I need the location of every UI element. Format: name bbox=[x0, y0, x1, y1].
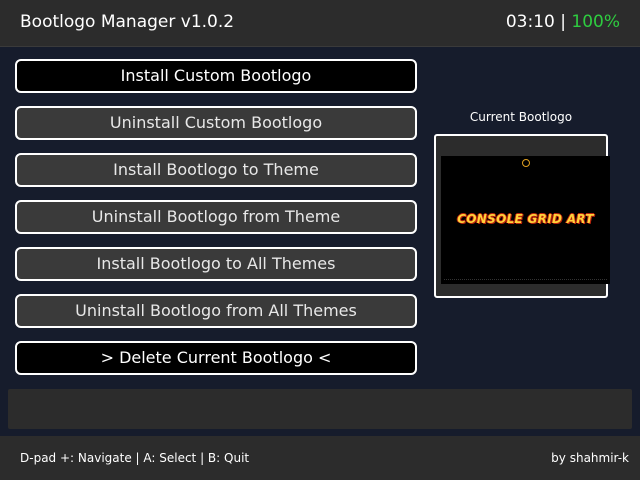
preview-label: Current Bootlogo bbox=[469, 110, 573, 124]
bootlogo-preview-frame: CONSOLE GRID ART bbox=[434, 134, 610, 298]
header-bar: Bootlogo Manager v1.0.2 03:10 | 100% bbox=[0, 0, 640, 47]
bootlogo-logo-text: CONSOLE GRID ART bbox=[457, 212, 594, 226]
bootlogo-preview-image: CONSOLE GRID ART bbox=[441, 156, 610, 284]
status-separator: | bbox=[554, 12, 572, 32]
preview-footer-line bbox=[444, 279, 607, 281]
footer-bar: D-pad +: Navigate | A: Select | B: Quit … bbox=[0, 436, 640, 480]
app-title: Bootlogo Manager v1.0.2 bbox=[20, 12, 235, 32]
controls-help-text: D-pad +: Navigate | A: Select | B: Quit bbox=[20, 451, 250, 465]
battery-level: 100% bbox=[571, 12, 620, 32]
install-custom-bootlogo-button[interactable]: Install Custom Bootlogo bbox=[15, 59, 417, 93]
delete-current-bootlogo-button[interactable]: > Delete Current Bootlogo < bbox=[15, 341, 417, 375]
install-bootlogo-to-theme-button[interactable]: Install Bootlogo to Theme bbox=[15, 153, 417, 187]
logo-circle-icon bbox=[522, 159, 530, 167]
status-area: 03:10 | 100% bbox=[506, 11, 620, 33]
author-credit: by shahmir-k bbox=[551, 451, 629, 465]
uninstall-bootlogo-from-theme-button[interactable]: Uninstall Bootlogo from Theme bbox=[15, 200, 417, 234]
uninstall-custom-bootlogo-button[interactable]: Uninstall Custom Bootlogo bbox=[15, 106, 417, 140]
uninstall-bootlogo-from-all-themes-button[interactable]: Uninstall Bootlogo from All Themes bbox=[15, 294, 417, 328]
clock-time: 03:10 bbox=[505, 12, 555, 32]
main-menu: Install Custom Bootlogo Uninstall Custom… bbox=[15, 59, 417, 388]
install-bootlogo-to-all-themes-button[interactable]: Install Bootlogo to All Themes bbox=[15, 247, 417, 281]
message-bar bbox=[8, 389, 632, 429]
